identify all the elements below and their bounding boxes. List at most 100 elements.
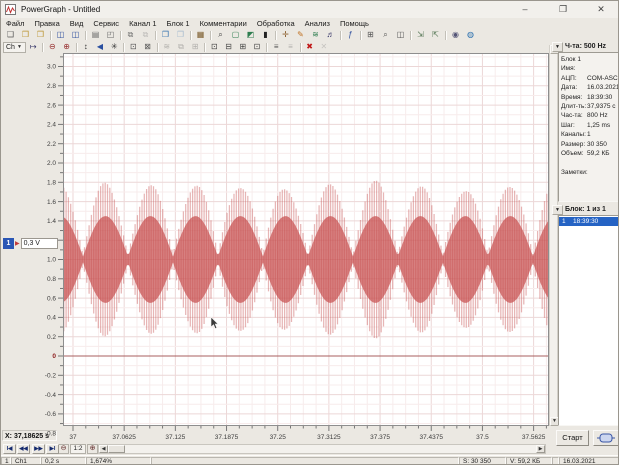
menu-item-analysis[interactable]: Анализ (300, 18, 335, 29)
adc-device-button[interactable] (593, 430, 619, 446)
window-title: PowerGraph - Untitled (21, 5, 100, 14)
menu-item-view[interactable]: Вид (65, 18, 89, 29)
print-preview-icon: ◰ (107, 30, 115, 40)
zoom-chart-button[interactable]: ⌕ (378, 30, 393, 41)
select-all-button[interactable]: ⊠ (140, 42, 154, 53)
vertical-scrollbar[interactable]: ▲ ▼ (549, 45, 558, 426)
toolbar-separator (275, 31, 276, 40)
powergraph-window: PowerGraph - Untitled –❐✕ ФайлПравкаВидС… (0, 0, 619, 465)
window-controls: –❐✕ (506, 1, 619, 18)
menu-item-service[interactable]: Сервис (88, 18, 124, 29)
function-fx-button[interactable]: ƒ (343, 30, 358, 41)
maximize-button[interactable]: ❐ (544, 1, 582, 18)
frequency-dropdown-icon[interactable]: ▼ (552, 42, 563, 52)
y-tick-label: 2.8 (47, 83, 56, 90)
scroll-left-icon[interactable]: ◀ (99, 445, 108, 453)
zoom-out-button[interactable]: ⊖ (45, 42, 59, 53)
save-file-button[interactable]: ◫ (53, 30, 68, 41)
chart-window-button[interactable]: ◫ (393, 30, 408, 41)
channel-next-button[interactable]: ↦ (26, 42, 40, 53)
view-layout-2-button[interactable]: ⊟ (221, 42, 235, 53)
copy-icon: ❐ (162, 30, 169, 40)
chart-view-button[interactable]: ◩ (243, 30, 258, 41)
adc-device-icon (597, 433, 615, 443)
scroll-left-button[interactable]: ◀ (93, 42, 107, 53)
help-globe-button[interactable]: ◍ (463, 30, 478, 41)
close-button[interactable]: ✕ (582, 1, 619, 18)
copy-screen-button[interactable]: ⧉ (123, 30, 138, 41)
memory-button[interactable]: ▮ (258, 30, 273, 41)
status-cell-8: 16.03.2021 (559, 457, 619, 465)
options-button[interactable]: ◉ (448, 30, 463, 41)
autoscale-button[interactable]: ✳ (107, 42, 121, 53)
paste-button[interactable]: ▦ (193, 30, 208, 41)
go-prev-button[interactable]: ◀◀ (17, 444, 30, 454)
go-next-button[interactable]: ▶▶ (32, 444, 45, 454)
fit-vertical-icon: ↕ (84, 42, 88, 52)
scroll-right-icon[interactable]: ▶ (536, 445, 545, 453)
channel-selector-dropdown[interactable]: Ch▼ (3, 42, 26, 53)
waveform-plot-area[interactable] (63, 53, 549, 426)
view-layout-3-button[interactable]: ⊞ (236, 42, 250, 53)
block-list-item[interactable]: 118:39:30 (559, 217, 618, 226)
menu-item-file[interactable]: Файл (1, 18, 29, 29)
y-tick-label: 0.6 (47, 295, 56, 302)
zoom-in-button[interactable]: ⊕ (59, 42, 73, 53)
x-tick-label: 37.375 (370, 434, 390, 441)
menu-item-block-1[interactable]: Блок 1 (162, 18, 195, 29)
menu-item-processing[interactable]: Обработка (252, 18, 300, 29)
go-last-button[interactable]: ▶I (46, 444, 59, 454)
status-cell-2: 0,2 s (41, 457, 86, 465)
open-file-button[interactable]: ❒ (18, 30, 33, 41)
zoom-out-icon: ⊖ (49, 42, 56, 52)
delete-block-button[interactable]: ✖ (302, 42, 316, 53)
toolbar-separator (445, 31, 446, 40)
view-layout-4-button[interactable]: ⊡ (250, 42, 264, 53)
channel-number-badge[interactable]: 1 (3, 238, 14, 249)
sound-button[interactable]: ♬ (323, 30, 338, 41)
toolbar-separator (204, 43, 205, 52)
brush-button[interactable]: ✎ (293, 30, 308, 41)
select-region-button[interactable]: ⊡ (126, 42, 140, 53)
monitor-button[interactable]: ▢ (228, 30, 243, 41)
zoom-out-button[interactable]: ⊖ (58, 444, 69, 454)
mixer-button[interactable]: ≋ (308, 30, 323, 41)
menu-item-help[interactable]: Помощь (335, 18, 374, 29)
status-cell-5: S: 30 350 (459, 457, 506, 465)
y-tick-label: 0.2 (47, 334, 56, 341)
horizontal-scrollbar[interactable]: ◀ ▶ (98, 444, 546, 454)
table-button[interactable]: ⊞ (363, 30, 378, 41)
horizontal-scroll-thumb[interactable] (108, 445, 125, 453)
main-toolbar: ❑❒❒◫◫▤◰⧉⧉❐❐▦⌕▢◩▮✛✎≋♬ƒ⊞⌕◫⇲⇱◉◍ (1, 29, 619, 41)
export-data-button[interactable]: ⇱ (428, 30, 443, 41)
y-tick-label: -0.6 (45, 411, 57, 418)
menu-item-edit[interactable]: Правка (29, 18, 64, 29)
view-layout-1-button[interactable]: ⊡ (207, 42, 221, 53)
channel-scale-value[interactable]: 0,3 V (21, 238, 58, 249)
x-position-readout: X: 37,18625 s (2, 430, 57, 441)
tools-button[interactable]: ✛ (278, 30, 293, 41)
minimize-button[interactable]: – (506, 1, 544, 18)
import-file-button[interactable]: ❒ (33, 30, 48, 41)
export-chart-button[interactable]: ⇲ (413, 30, 428, 41)
block-dropdown-icon[interactable]: ▼ (552, 205, 563, 215)
menu-item-channel-1[interactable]: Канал 1 (124, 18, 161, 29)
print-preview-button[interactable]: ◰ (103, 30, 118, 41)
mixer-icon: ≋ (312, 30, 319, 40)
y-tick-label: 0.8 (47, 276, 56, 283)
sound-icon: ♬ (327, 30, 335, 40)
frequency-label: Ч-та: 500 Hz (565, 43, 606, 50)
zoom-in-button[interactable]: ⊕ (87, 444, 98, 454)
toolbar-separator (300, 43, 301, 52)
menu-item-comments[interactable]: Комментарии (195, 18, 252, 29)
start-button[interactable]: Старт (556, 430, 589, 446)
new-file-button[interactable]: ❑ (3, 30, 18, 41)
save-all-button[interactable]: ◫ (68, 30, 83, 41)
go-first-button[interactable]: I◀ (3, 444, 16, 454)
list-view-button[interactable]: ≡ (269, 42, 283, 53)
search-button[interactable]: ⌕ (213, 30, 228, 41)
tools-icon: ✛ (282, 30, 289, 40)
fit-vertical-button[interactable]: ↕ (79, 42, 93, 53)
copy-button[interactable]: ❐ (158, 30, 173, 41)
print-button[interactable]: ▤ (88, 30, 103, 41)
